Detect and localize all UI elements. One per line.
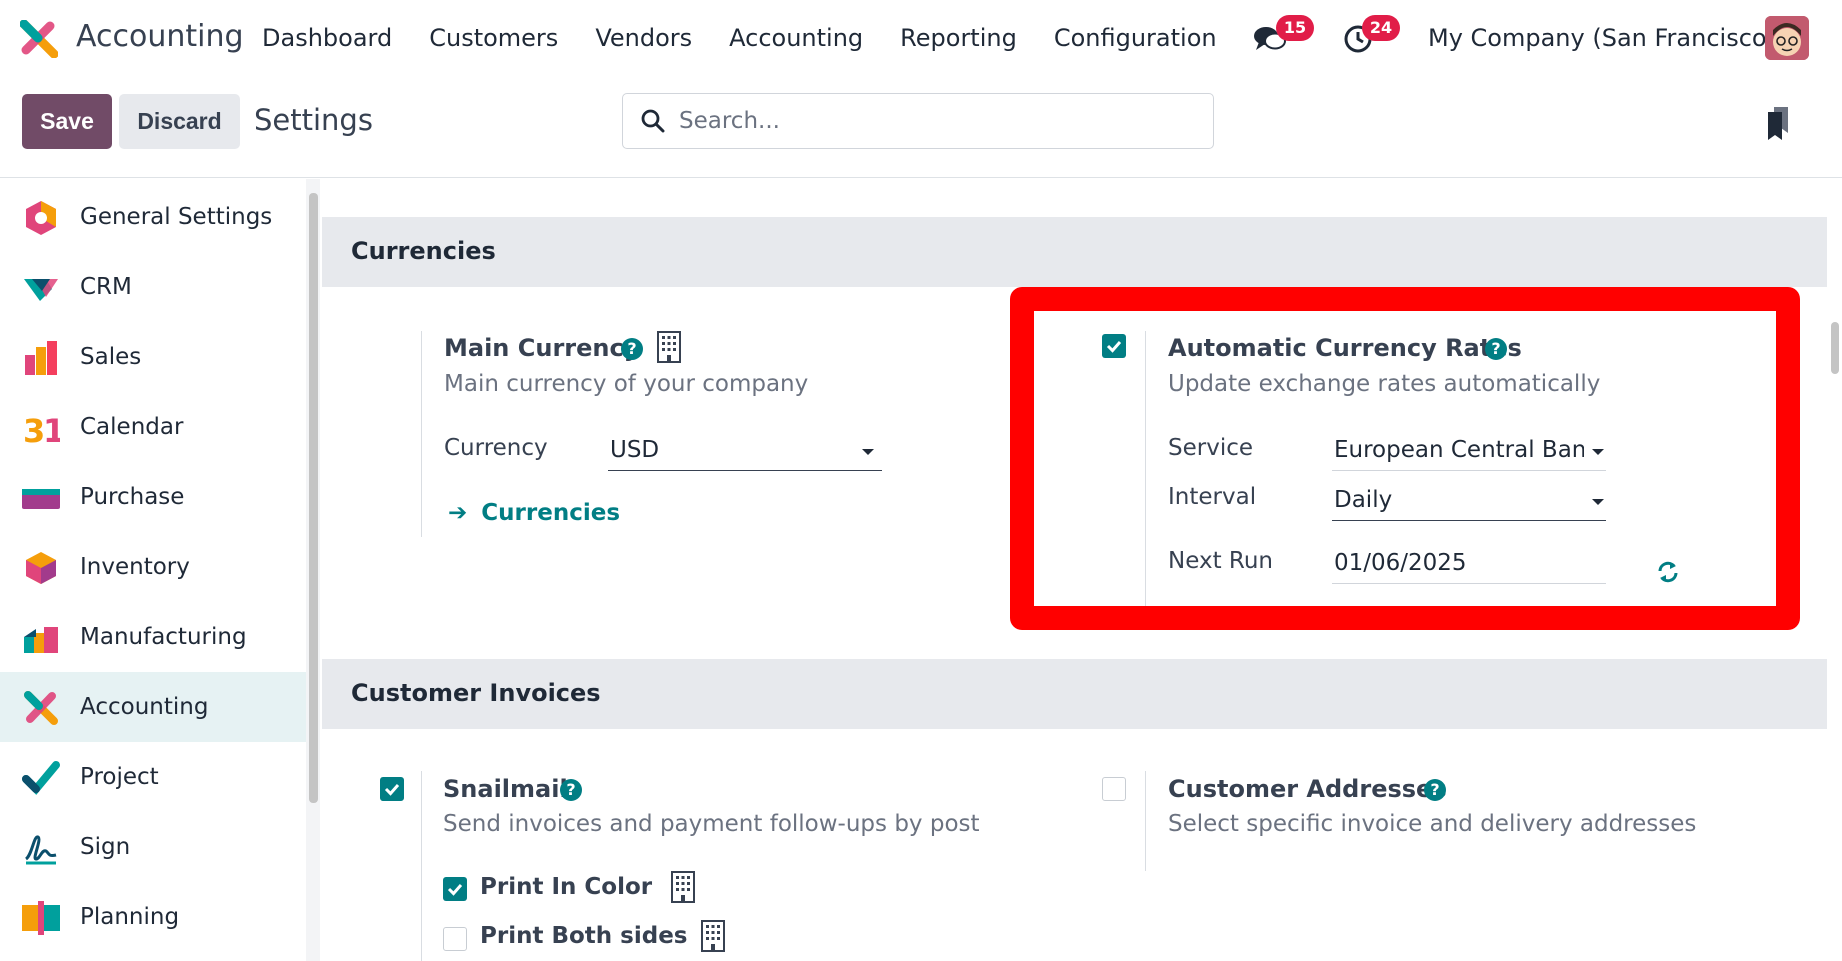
accounting-app-icon[interactable]	[20, 20, 58, 58]
bookmark-icon[interactable]	[1766, 107, 1790, 141]
svg-text:3: 3	[23, 412, 45, 447]
setting-desc-main-currency: Main currency of your company	[444, 371, 809, 397]
arrow-right-icon: ➔	[448, 500, 468, 526]
checkmark-icon	[384, 784, 400, 796]
avatar-face-icon	[1765, 16, 1809, 60]
settings-content: Currencies Main Currency ? Main currency…	[322, 179, 1827, 961]
checkmark-icon	[447, 884, 463, 896]
company-switcher[interactable]: My Company (San Francisco)	[1428, 24, 1776, 52]
svg-text:1: 1	[43, 412, 60, 447]
menu-customers[interactable]: Customers	[429, 24, 558, 52]
purchase-icon	[22, 489, 60, 509]
section-title: Currencies	[351, 237, 496, 265]
print-both-sides-checkbox[interactable]	[443, 927, 467, 951]
sidebar-item-manufacturing[interactable]: Manufacturing	[0, 602, 306, 672]
sidebar-item-sign[interactable]: Sign	[0, 812, 306, 882]
calendar-icon: 3 1	[23, 412, 60, 447]
planning-icon	[22, 901, 60, 935]
project-icon	[22, 761, 60, 795]
user-avatar[interactable]	[1765, 16, 1809, 60]
search-icon	[641, 109, 665, 133]
inventory-icon	[26, 552, 56, 584]
breadcrumb: Settings	[254, 103, 373, 137]
sidebar-item-label: Calendar	[80, 414, 184, 440]
search-input[interactable]	[679, 104, 1179, 138]
sidebar-item-sales[interactable]: Sales	[0, 322, 306, 392]
save-button[interactable]: Save	[22, 94, 112, 149]
scrollbar-thumb[interactable]	[1831, 322, 1839, 374]
sidebar-item-label: Sales	[80, 344, 142, 370]
print-in-color-label: Print In Color	[480, 874, 653, 900]
sidebar-item-label: Planning	[80, 904, 180, 930]
accounting-icon	[24, 691, 58, 725]
manufacturing-icon	[24, 627, 58, 653]
app-name[interactable]: Accounting	[76, 19, 244, 54]
print-both-sides-label: Print Both sides	[480, 923, 688, 949]
setting-title-customer-addresses: Customer Addresses	[1168, 775, 1447, 803]
setting-title-snailmail: Snailmail	[443, 775, 568, 803]
sidebar-item-label: General Settings	[80, 204, 273, 230]
company-building-icon	[657, 331, 681, 363]
sidebar-item-label: Manufacturing	[80, 624, 247, 650]
main-menu: Dashboard Customers Vendors Accounting R…	[262, 24, 1254, 52]
sidebar-item-crm[interactable]: CRM	[0, 252, 306, 322]
sidebar-item-accounting[interactable]: Accounting	[0, 672, 306, 742]
sidebar-item-general-settings[interactable]: General Settings	[0, 182, 306, 252]
crm-icon	[24, 279, 58, 301]
sidebar-item-label: Inventory	[80, 554, 190, 580]
menu-reporting[interactable]: Reporting	[900, 24, 1017, 52]
snailmail-checkbox[interactable]	[380, 777, 404, 801]
messages-badge: 15	[1276, 15, 1314, 41]
control-panel: Save Discard Settings	[0, 76, 1842, 178]
sidebar-item-planning[interactable]: Planning	[0, 882, 306, 952]
sidebar-item-inventory[interactable]: Inventory	[0, 532, 306, 602]
activities-badge: 24	[1362, 15, 1400, 41]
currency-value: USD	[610, 437, 660, 463]
settings-sidebar: General Settings CRM Sales 3 1 Calendar …	[0, 179, 320, 961]
sidebar-item-label: Project	[80, 764, 159, 790]
company-building-icon	[671, 871, 695, 903]
sidebar-item-calendar[interactable]: 3 1 Calendar	[0, 392, 306, 462]
setting-desc-snailmail: Send invoices and payment follow-ups by …	[443, 811, 980, 837]
discard-button[interactable]: Discard	[119, 94, 240, 149]
currency-select[interactable]: USD	[608, 433, 882, 471]
content-scrollbar[interactable]	[1827, 179, 1842, 961]
setting-title-main-currency: Main Currency	[444, 334, 640, 362]
help-icon[interactable]: ?	[621, 338, 643, 360]
menu-dashboard[interactable]: Dashboard	[262, 24, 392, 52]
menu-configuration[interactable]: Configuration	[1054, 24, 1217, 52]
sales-icon	[25, 341, 57, 375]
currencies-link[interactable]: ➔ Currencies	[448, 500, 620, 526]
sidebar-item-label: Sign	[80, 834, 131, 860]
sidebar-item-label: Accounting	[80, 694, 209, 720]
section-header-currencies: Currencies	[322, 217, 1827, 287]
sidebar-item-label: Purchase	[80, 484, 185, 510]
sidebar-item-purchase[interactable]: Purchase	[0, 462, 306, 532]
highlight-annotation	[1010, 287, 1800, 630]
general-settings-icon	[26, 201, 56, 235]
menu-vendors[interactable]: Vendors	[595, 24, 692, 52]
company-building-icon	[701, 920, 725, 952]
sign-icon	[24, 835, 57, 865]
help-icon[interactable]: ?	[1424, 779, 1446, 801]
dropdown-caret-icon	[862, 449, 874, 455]
currency-label: Currency	[444, 435, 548, 461]
setting-divider	[1145, 771, 1146, 871]
sidebar-item-project[interactable]: Project	[0, 742, 306, 812]
top-navbar: Accounting Dashboard Customers Vendors A…	[0, 0, 1842, 76]
setting-desc-customer-addresses: Select specific invoice and delivery add…	[1168, 811, 1697, 837]
sidebar-scrollbar[interactable]	[306, 179, 320, 961]
sidebar-item-label: CRM	[80, 274, 132, 300]
search-box[interactable]	[622, 93, 1214, 149]
customer-addresses-checkbox[interactable]	[1102, 777, 1126, 801]
print-in-color-checkbox[interactable]	[443, 877, 467, 901]
section-title: Customer Invoices	[351, 679, 601, 707]
scrollbar-thumb[interactable]	[309, 193, 318, 803]
setting-divider	[421, 771, 422, 961]
setting-divider	[421, 331, 422, 537]
menu-accounting[interactable]: Accounting	[729, 24, 863, 52]
section-header-customer-invoices: Customer Invoices	[322, 659, 1827, 729]
help-icon[interactable]: ?	[560, 779, 582, 801]
